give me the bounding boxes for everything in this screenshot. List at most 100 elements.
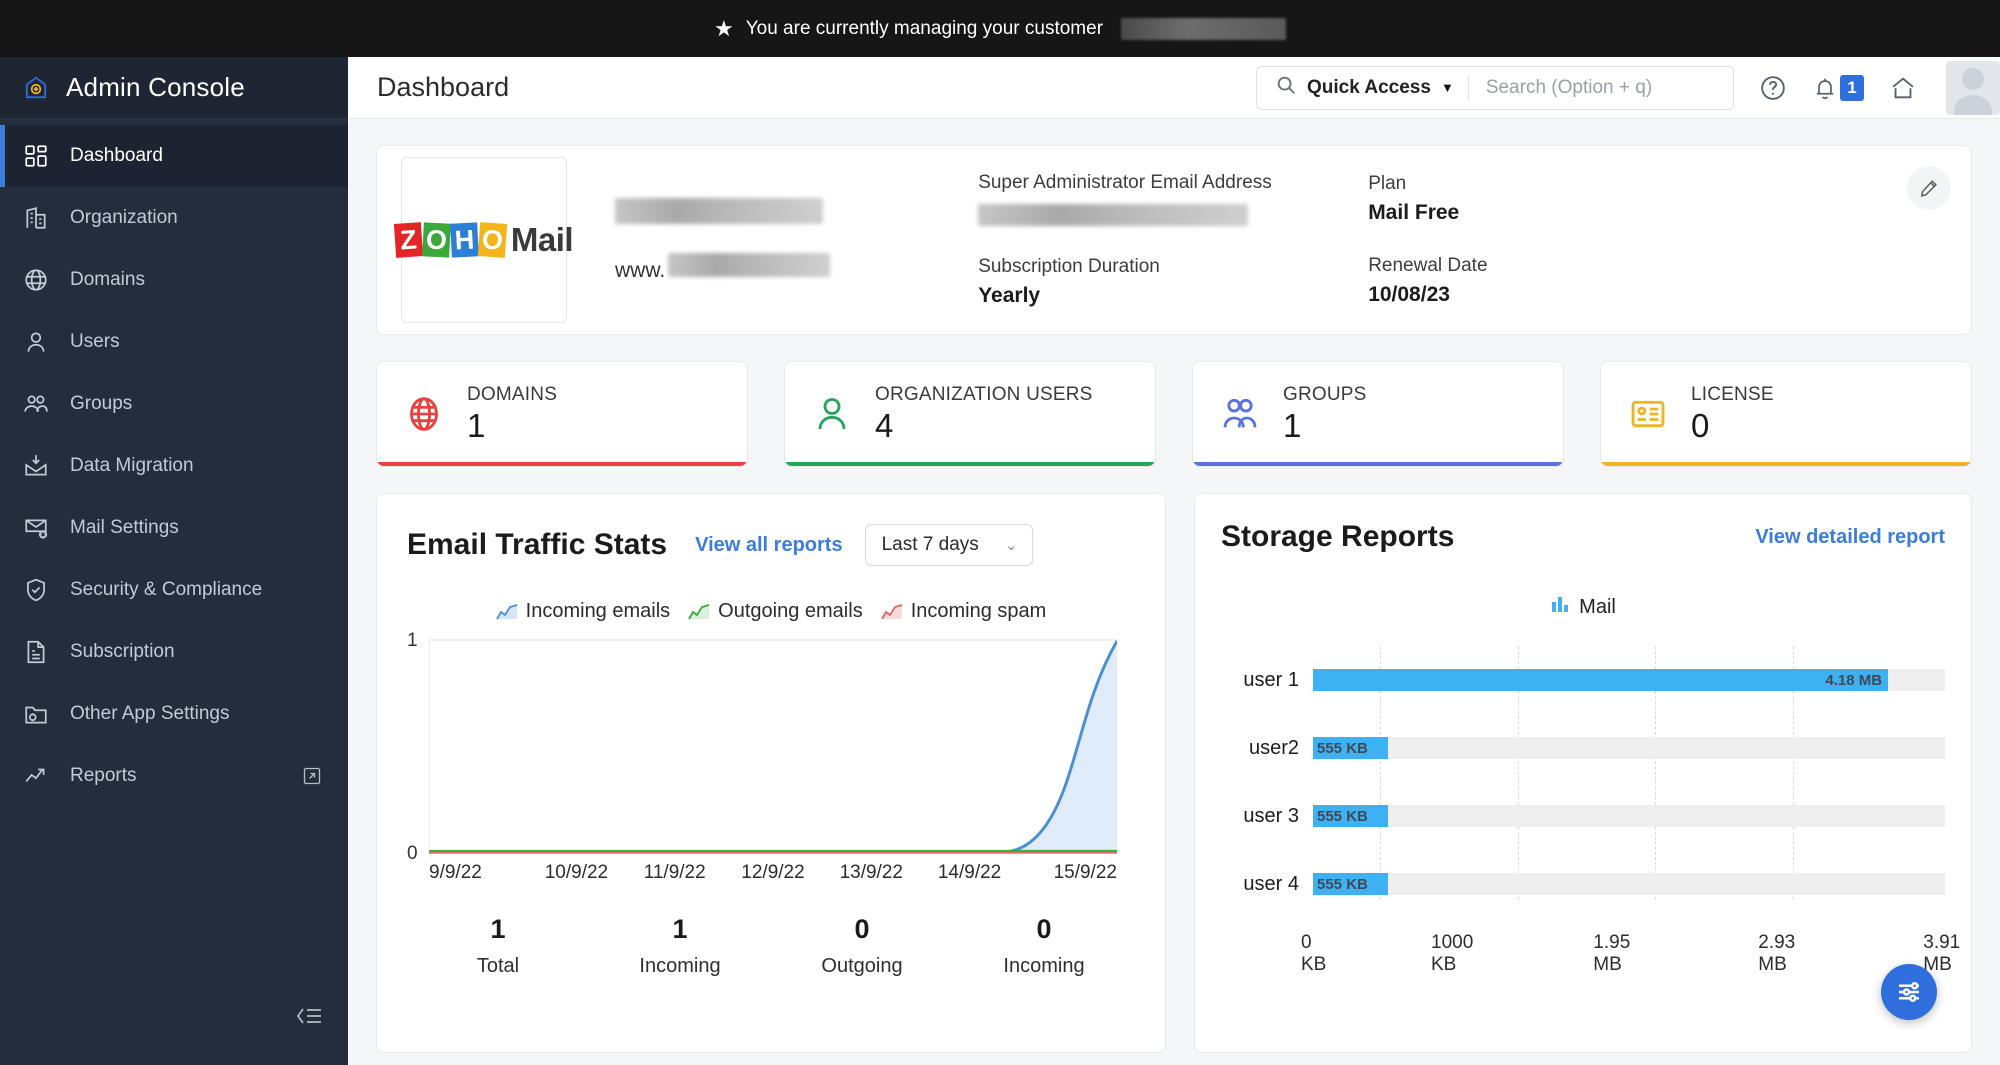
pencil-icon bbox=[1920, 180, 1937, 197]
stat-text: DOMAINS 1 bbox=[467, 384, 557, 445]
bar-track: 555 KB bbox=[1313, 805, 1945, 827]
date-range-select[interactable]: Last 7 days ⌄ bbox=[864, 524, 1033, 566]
sidebar-item-data-migration[interactable]: Data Migration bbox=[0, 435, 348, 497]
panel-title: Storage Reports bbox=[1221, 520, 1455, 553]
super-admin-label: Super Administrator Email Address bbox=[978, 172, 1272, 193]
sidebar-item-reports[interactable]: Reports bbox=[0, 745, 348, 807]
bar-track: 555 KB bbox=[1313, 737, 1945, 759]
sidebar-item-users[interactable]: Users bbox=[0, 311, 348, 373]
sidebar-item-other-app-settings[interactable]: Other App Settings bbox=[0, 683, 348, 745]
bar-fill: 555 KB bbox=[1313, 873, 1388, 895]
stat-text: GROUPS 1 bbox=[1283, 384, 1367, 445]
collapse-sidebar-button[interactable] bbox=[294, 1003, 324, 1029]
x-tick: 1.95 MB bbox=[1593, 932, 1631, 975]
bar-chart-icon bbox=[1550, 594, 1570, 620]
legend-incoming-spam[interactable]: Incoming spam bbox=[880, 600, 1046, 623]
banner-text: You are currently managing your customer bbox=[745, 17, 1104, 39]
panel-header: Storage Reports View detailed report bbox=[1221, 520, 1945, 554]
stat-card-domains[interactable]: DOMAINS 1 bbox=[376, 361, 748, 467]
storage-bar-row: user2 555 KB bbox=[1221, 714, 1945, 782]
invoice-icon bbox=[22, 638, 50, 666]
stat-card-organization-users[interactable]: ORGANIZATION USERS 4 bbox=[784, 361, 1156, 467]
home-button[interactable] bbox=[1886, 71, 1920, 105]
folder-gear-icon bbox=[22, 700, 50, 728]
stat-card-license[interactable]: LICENSE 0 bbox=[1600, 361, 1972, 467]
notifications-button[interactable]: 1 bbox=[1812, 74, 1864, 101]
plan-value: Mail Free bbox=[1368, 201, 1460, 224]
logo-letter-o1: O bbox=[422, 222, 451, 258]
subscription-duration-label: Subscription Duration bbox=[978, 256, 1160, 277]
sidebar-item-label: Security & Compliance bbox=[70, 579, 263, 600]
admin-subscription-column: Super Administrator Email Address Subscr… bbox=[978, 172, 1368, 308]
logo-word-mail: Mail bbox=[510, 221, 574, 258]
building-icon bbox=[22, 204, 50, 232]
storage-legend[interactable]: Mail bbox=[1221, 594, 1945, 620]
sidebar-item-organization[interactable]: Organization bbox=[0, 187, 348, 249]
shield-check-icon bbox=[22, 576, 50, 604]
total-label: Outgoing bbox=[821, 955, 903, 977]
quick-access-dropdown[interactable]: Quick Access ▼ bbox=[1257, 67, 1468, 109]
traffic-x-axis: 9/9/22 10/9/22 11/9/22 12/9/22 13/9/22 1… bbox=[407, 862, 1135, 884]
subscription-duration-value: Yearly bbox=[978, 284, 1041, 307]
sidebar-item-domains[interactable]: Domains bbox=[0, 249, 348, 311]
users-group-icon bbox=[1219, 393, 1261, 435]
legend-outgoing-emails[interactable]: Outgoing emails bbox=[688, 600, 863, 623]
admin-console-app: ★ You are currently managing your custom… bbox=[0, 0, 2000, 1065]
help-button[interactable] bbox=[1756, 71, 1790, 105]
org-website-prefix: www. bbox=[615, 258, 666, 282]
bar-value: 555 KB bbox=[1317, 739, 1368, 757]
sidebar-item-security-compliance[interactable]: Security & Compliance bbox=[0, 559, 348, 621]
x-tick: 15/9/22 bbox=[1053, 862, 1117, 883]
search-input[interactable] bbox=[1468, 66, 1733, 109]
sidebar-item-label: Organization bbox=[70, 207, 178, 228]
traffic-line-chart: 1 0 bbox=[407, 630, 1135, 864]
traffic-totals: 1 Total 1 Incoming 0 Outgoing 0 Incoming bbox=[407, 914, 1135, 978]
stat-label: DOMAINS bbox=[467, 383, 558, 405]
stat-card-groups[interactable]: GROUPS 1 bbox=[1192, 361, 1564, 467]
legend-incoming-emails[interactable]: Incoming emails bbox=[495, 600, 670, 623]
bar-fill: 4.18 MB bbox=[1313, 669, 1889, 691]
x-tick: 1000 KB bbox=[1431, 932, 1474, 975]
bell-icon bbox=[1816, 78, 1834, 99]
total-value: 1 bbox=[672, 914, 688, 944]
y-tick-top: 1 bbox=[407, 630, 418, 651]
user-icon bbox=[22, 328, 50, 356]
view-all-reports-link[interactable]: View all reports bbox=[695, 534, 842, 557]
sidebar-item-label: Domains bbox=[70, 269, 145, 290]
bar-track: 555 KB bbox=[1313, 873, 1945, 895]
line-chart-icon bbox=[880, 603, 903, 621]
bar-label: user 3 bbox=[1243, 804, 1299, 827]
bar-fill: 555 KB bbox=[1313, 737, 1388, 759]
envelope-download-icon bbox=[22, 452, 50, 480]
search-box: Quick Access ▼ bbox=[1256, 65, 1734, 110]
main-content: Z O H O Mail www. Super Administrator Em… bbox=[348, 119, 2000, 1065]
trend-up-icon bbox=[22, 762, 50, 790]
chart-settings-fab[interactable] bbox=[1881, 964, 1937, 1020]
panel-title: Email Traffic Stats bbox=[407, 528, 668, 561]
avatar[interactable] bbox=[1946, 60, 2000, 115]
edit-org-button[interactable] bbox=[1907, 166, 1951, 210]
view-detailed-report-link[interactable]: View detailed report bbox=[1755, 526, 1945, 549]
stat-value: 0 bbox=[1691, 406, 1710, 444]
chevron-down-icon: ⌄ bbox=[1005, 537, 1018, 554]
sidebar-item-label: Subscription bbox=[70, 641, 175, 662]
org-info-card: Z O H O Mail www. Super Administrator Em… bbox=[376, 145, 1972, 335]
plan-label: Plan bbox=[1368, 173, 1407, 194]
header-actions: Quick Access ▼ 1 bbox=[1256, 60, 2000, 115]
sidebar-item-mail-settings[interactable]: Mail Settings bbox=[0, 497, 348, 559]
customer-name-redacted bbox=[1121, 17, 1287, 40]
sidebar-nav: Dashboard Organization Domains Users Gro… bbox=[0, 119, 348, 807]
org-identity: www. bbox=[615, 197, 831, 283]
email-traffic-panel: Email Traffic Stats View all reports Las… bbox=[376, 493, 1166, 1053]
user-icon bbox=[811, 393, 853, 435]
sidebar-item-groups[interactable]: Groups bbox=[0, 373, 348, 435]
legend-label: Outgoing emails bbox=[718, 600, 863, 622]
sidebar-item-dashboard[interactable]: Dashboard bbox=[0, 125, 348, 187]
plot-area bbox=[429, 639, 1117, 854]
org-logo: Z O H O Mail bbox=[393, 157, 574, 323]
sidebar-item-subscription[interactable]: Subscription bbox=[0, 621, 348, 683]
stat-text: ORGANIZATION USERS 4 bbox=[875, 384, 1093, 445]
brand[interactable]: Admin Console bbox=[0, 57, 348, 119]
home-icon bbox=[1892, 76, 1914, 98]
sidebar-item-label: Dashboard bbox=[70, 145, 163, 166]
